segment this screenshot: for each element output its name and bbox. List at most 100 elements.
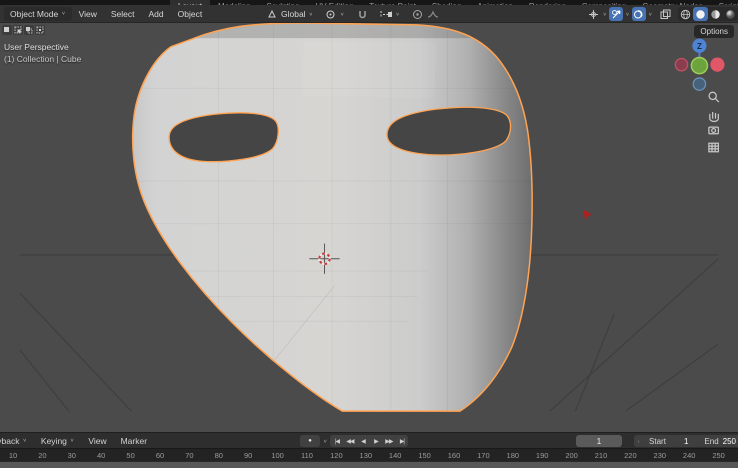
xray-toggle[interactable] bbox=[632, 7, 646, 21]
playback-menu[interactable]: Playback ∨ bbox=[0, 436, 34, 446]
ruler-tick: 150 bbox=[418, 451, 431, 460]
select-mode-extend-icon[interactable] bbox=[13, 25, 23, 35]
shading-rendered-button[interactable] bbox=[723, 7, 738, 21]
prev-keyframe-button[interactable]: ◀◀ bbox=[343, 435, 356, 447]
view-perspective-label: User Perspective bbox=[4, 42, 69, 52]
zoom-tool-icon[interactable] bbox=[709, 92, 719, 102]
show-gizmo-toggle[interactable] bbox=[586, 7, 600, 21]
chevron-down-icon[interactable]: ∨ bbox=[323, 438, 327, 444]
mode-label: Object Mode bbox=[10, 9, 58, 19]
jump-to-start-button[interactable]: |◀ bbox=[330, 435, 343, 447]
playback-transport: ● ∨ |◀ ◀◀ ◀ ▶ ▶▶ ▶| bbox=[300, 435, 408, 447]
chevron-down-icon: ∨ bbox=[70, 438, 74, 444]
perspective-toggle-icon[interactable] bbox=[709, 143, 718, 152]
timeline-ruler[interactable]: 1020304050607080901001101201301401501601… bbox=[0, 448, 738, 461]
start-frame-field[interactable]: 1 bbox=[684, 437, 688, 446]
ruler-tick: 130 bbox=[360, 451, 373, 460]
auto-key-record-button[interactable]: ● bbox=[300, 435, 320, 447]
next-keyframe-button[interactable]: ▶▶ bbox=[382, 435, 395, 447]
ruler-tick: 140 bbox=[389, 451, 402, 460]
pan-hand-icon[interactable] bbox=[710, 112, 719, 121]
toggle-xray-squares[interactable] bbox=[659, 7, 673, 21]
chevron-down-icon[interactable]: ∨ bbox=[602, 11, 606, 17]
frame-range-group: Start 1 End 250 bbox=[634, 435, 738, 447]
chevron-down-icon[interactable]: ∨ bbox=[625, 11, 629, 17]
chevron-down-icon[interactable]: ∨ bbox=[648, 11, 652, 17]
select-mode-set-icon[interactable] bbox=[2, 25, 12, 35]
select-mode-intersect-icon[interactable] bbox=[35, 25, 45, 35]
camera-view-icon[interactable] bbox=[709, 127, 718, 134]
overlays-icon bbox=[611, 9, 622, 20]
mode-dropdown[interactable]: Object Mode ∨ bbox=[4, 7, 72, 21]
jump-to-end-button[interactable]: ▶| bbox=[395, 435, 408, 447]
ruler-tick: 120 bbox=[330, 451, 343, 460]
ruler-tick: 250 bbox=[712, 451, 725, 460]
ruler-tick: 30 bbox=[68, 451, 76, 460]
pivot-icon bbox=[325, 8, 337, 20]
ruler-tick: 110 bbox=[301, 451, 313, 460]
viewport-header: Object Mode ∨ View Select Add Object Glo… bbox=[0, 5, 738, 23]
preview-range-clock-icon[interactable] bbox=[638, 436, 639, 446]
ruler-tick: 170 bbox=[477, 451, 490, 460]
menu-add[interactable]: Add bbox=[142, 9, 171, 19]
marker-menu[interactable]: Marker bbox=[114, 436, 154, 446]
chevron-down-icon: ∨ bbox=[309, 11, 313, 17]
proportional-editing-icon bbox=[412, 8, 424, 20]
overlap-squares-icon bbox=[660, 9, 671, 20]
ruler-tick: 200 bbox=[565, 451, 578, 460]
proportional-editing-toggle[interactable] bbox=[408, 7, 443, 21]
chevron-down-icon: ∨ bbox=[340, 11, 344, 17]
status-bar bbox=[0, 461, 738, 468]
current-frame-field[interactable]: 1 bbox=[576, 435, 622, 447]
ruler-tick: 10 bbox=[9, 451, 17, 460]
navigation-gizmo[interactable]: Z bbox=[675, 39, 724, 91]
gizmo-neg-z-axis bbox=[693, 78, 705, 90]
select-mode-subtract-icon[interactable] bbox=[24, 25, 34, 35]
mask-object[interactable] bbox=[130, 23, 537, 411]
header-right-controls: ∨ ∨ ∨ bbox=[586, 5, 738, 23]
gizmo-pos-x-axis bbox=[710, 58, 724, 72]
end-frame-field[interactable]: 250 bbox=[723, 437, 736, 446]
viewport-3d[interactable]: Z bbox=[0, 23, 738, 432]
chevron-down-icon: ∨ bbox=[23, 438, 27, 444]
pivot-point-dropdown[interactable]: ∨ bbox=[321, 7, 348, 21]
play-button[interactable]: ▶ bbox=[369, 435, 382, 447]
ruler-tick: 210 bbox=[595, 451, 608, 460]
ruler-tick: 70 bbox=[185, 451, 193, 460]
start-label: Start bbox=[649, 437, 666, 446]
transform-orientation-dropdown[interactable]: Global ∨ bbox=[262, 7, 317, 21]
menu-select[interactable]: Select bbox=[104, 9, 142, 19]
gizmo-icon bbox=[588, 9, 599, 20]
xray-icon bbox=[633, 9, 644, 20]
keying-menu[interactable]: Keying ∨ bbox=[34, 436, 81, 446]
chevron-down-icon: ∨ bbox=[61, 11, 65, 17]
options-button[interactable]: Options bbox=[694, 25, 734, 38]
ruler-tick: 40 bbox=[97, 451, 105, 460]
magnet-icon bbox=[356, 8, 368, 20]
blender-window: LayoutModelingSculptingUV EditingTexture… bbox=[0, 0, 738, 468]
collection-breadcrumb: (1) Collection | Cube bbox=[4, 54, 81, 64]
ruler-tick: 160 bbox=[448, 451, 461, 460]
snap-target-dropdown[interactable]: ∨ bbox=[376, 7, 403, 21]
orientation-icon bbox=[266, 8, 278, 20]
shading-solid-button[interactable] bbox=[693, 7, 708, 21]
ruler-tick: 190 bbox=[536, 451, 549, 460]
mask-top-shadow bbox=[130, 23, 537, 38]
menu-object[interactable]: Object bbox=[171, 9, 210, 19]
timeline-view-menu[interactable]: View bbox=[81, 436, 113, 446]
eye-hole-left bbox=[169, 113, 278, 162]
ruler-tick: 240 bbox=[683, 451, 696, 460]
solid-sphere-icon bbox=[695, 9, 706, 20]
shading-material-button[interactable] bbox=[708, 7, 723, 21]
play-reverse-button[interactable]: ◀ bbox=[356, 435, 369, 447]
ruler-tick: 230 bbox=[654, 451, 667, 460]
shading-wireframe-button[interactable] bbox=[678, 7, 693, 21]
snap-increment-icon bbox=[380, 8, 392, 20]
ruler-tick: 80 bbox=[215, 451, 223, 460]
menu-view[interactable]: View bbox=[72, 9, 104, 19]
ruler-tick: 180 bbox=[507, 451, 520, 460]
snap-toggle[interactable] bbox=[352, 7, 372, 21]
gizmo-neg-x-axis bbox=[675, 59, 687, 71]
show-overlays-toggle[interactable] bbox=[609, 7, 623, 21]
timeline-header: Playback ∨ Keying ∨ View Marker ● ∨ |◀ ◀… bbox=[0, 432, 738, 448]
